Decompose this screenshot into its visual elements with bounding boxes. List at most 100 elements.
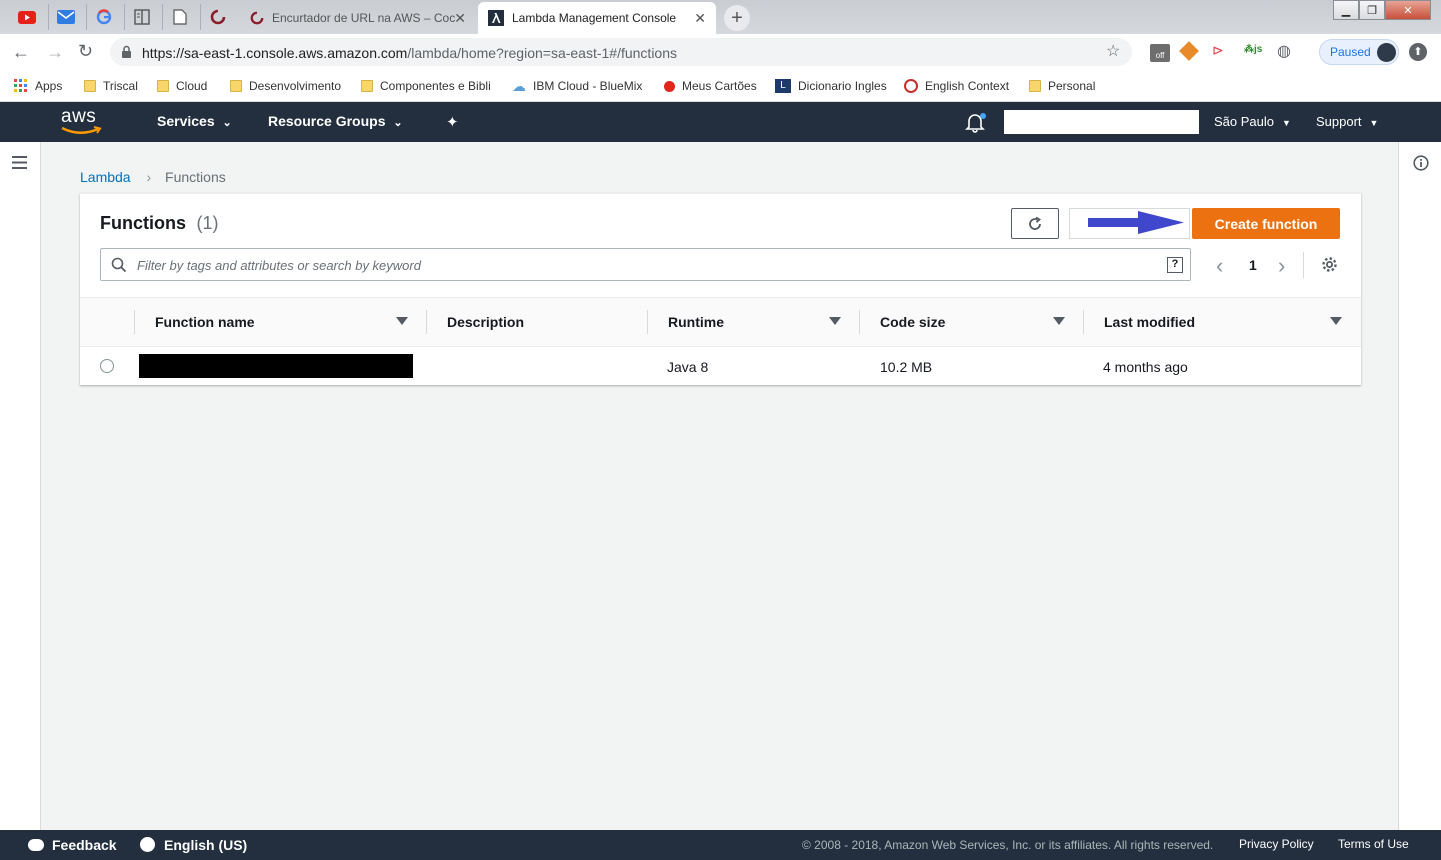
minimize-button[interactable]: ▁ [1333,0,1359,20]
document-tab-icon[interactable] [162,4,196,30]
bookmark-desenvolvimento[interactable]: Desenvolvimento [230,77,341,95]
metamask-extension-icon[interactable] [1179,41,1199,61]
forward-icon[interactable]: → [46,42,64,63]
help-icon[interactable]: ? [1167,257,1183,273]
bookmark-componentes[interactable]: Componentes e Bibli [361,77,496,95]
google-tab-icon[interactable] [86,4,120,30]
settings-gear-icon[interactable] [1321,256,1338,273]
update-icon[interactable]: ⬆ [1409,43,1427,61]
mail-tab-icon[interactable] [48,4,82,30]
card-icon [664,80,675,92]
bookmark-dicionario[interactable]: L Dicionario Ingles [775,77,887,95]
page-number[interactable]: 1 [1249,257,1257,273]
loading-tab-icon [250,11,264,25]
youtube-tab-icon[interactable] [10,4,44,30]
extension-off-icon[interactable]: off [1150,44,1170,62]
sort-caret-icon[interactable] [1053,317,1065,325]
tab-title: Encurtador de URL na AWS – Coc [272,11,456,25]
aws-logo[interactable]: aws [60,106,106,136]
column-header-function-name[interactable]: Function name [155,314,255,330]
create-function-button[interactable]: Create function [1192,208,1340,239]
breadcrumb-lambda-link[interactable]: Lambda [80,169,131,185]
bookmark-label: Desenvolvimento [249,79,342,93]
lambda-icon [488,10,504,26]
pin-icon[interactable]: ✦ [446,113,459,131]
language-label: English (US) [164,837,248,853]
globe-icon [140,837,155,852]
terms-of-use-link[interactable]: Terms of Use [1338,837,1409,851]
new-tab-button[interactable]: + [724,5,750,31]
browser-tab-strip: Encurtador de URL na AWS – Coc ✕ Lambda … [0,0,1441,34]
column-header-description[interactable]: Description [447,314,524,330]
cell-code-size: 10.2 MB [880,359,933,375]
hamburger-menu-icon[interactable] [12,156,27,169]
url-text: https://sa-east-1.console.aws.amazon.com… [142,45,677,61]
cell-last-modified: 4 months ago [1103,359,1188,375]
privacy-policy-link[interactable]: Privacy Policy [1239,837,1314,851]
next-page-icon[interactable]: › [1278,253,1285,279]
cast-extension-icon[interactable]: ⊳ [1212,42,1224,59]
previous-page-icon[interactable]: ‹ [1216,253,1223,279]
function-name-redacted[interactable] [139,354,413,378]
reader-tab-icon[interactable] [124,4,158,30]
sort-caret-icon[interactable] [829,317,841,325]
account-menu-redacted[interactable] [1004,110,1199,134]
tab-lambda-console[interactable]: Lambda Management Console ✕ [478,2,716,34]
bookmarks-bar: Apps Triscal Cloud Desenvolvimento Compo… [0,70,1441,102]
resource-groups-menu[interactable]: Resource Groups ⌄ [268,113,403,129]
aws-top-nav: aws Services ⌄ Resource Groups ⌄ ✦ São P… [0,102,1441,142]
bookmark-triscal[interactable]: Triscal [84,77,138,95]
close-tab-icon[interactable]: ✕ [454,10,466,27]
column-divider [859,310,860,334]
reload-icon[interactable]: ↻ [78,41,93,62]
profile-status: Paused [1330,45,1371,59]
profile-paused-button[interactable]: Paused [1319,39,1399,65]
bookmark-personal[interactable]: Personal [1029,77,1095,95]
bookmark-cloud[interactable]: Cloud [157,77,207,95]
language-selector[interactable]: English (US) [140,837,247,853]
region-selector[interactable]: São Paulo ▼ [1214,114,1291,129]
support-menu[interactable]: Support ▼ [1316,114,1378,129]
caret-down-icon: ▼ [1282,118,1291,128]
maximize-button[interactable]: ❐ [1359,0,1385,20]
bookmark-label: Meus Cartões [682,79,757,93]
folder-icon [84,80,96,92]
search-field[interactable]: Filter by tags and attributes or search … [100,248,1191,281]
close-window-button[interactable]: ✕ [1385,0,1431,20]
search-placeholder: Filter by tags and attributes or search … [137,258,421,273]
folder-icon [157,80,169,92]
column-divider [1083,310,1084,334]
cloud-icon: ☁ [512,77,526,94]
column-header-runtime[interactable]: Runtime [668,314,724,330]
bookmark-star-icon[interactable]: ☆ [1106,41,1120,61]
back-icon[interactable]: ← [12,42,30,63]
notification-bell-icon[interactable] [964,111,986,138]
bookmark-label: IBM Cloud - BlueMix [533,79,643,93]
bookmark-apps[interactable]: Apps [14,77,62,95]
feedback-label: Feedback [52,837,117,853]
bookmark-english-context[interactable]: English Context [904,77,1009,95]
sort-caret-icon[interactable] [1330,317,1342,325]
js-extension-icon[interactable]: ⁂js [1244,44,1262,55]
refresh-icon [1029,216,1042,230]
bookmark-ibm-cloud[interactable]: ☁ IBM Cloud - BlueMix [512,77,642,95]
folder-icon [230,80,242,92]
sort-caret-icon[interactable] [396,317,408,325]
globe-extension-icon[interactable]: ◍ [1277,41,1291,61]
feedback-link[interactable]: Feedback [28,837,117,853]
folder-icon [361,80,373,92]
copyright-text: © 2008 - 2018, Amazon Web Services, Inc.… [802,838,1214,852]
info-icon[interactable] [1413,155,1429,171]
row-radio[interactable] [100,359,114,373]
column-divider [647,310,648,334]
column-header-code-size[interactable]: Code size [880,314,945,330]
services-menu[interactable]: Services ⌄ [157,113,232,129]
bookmark-meus-cartoes[interactable]: Meus Cartões [664,77,757,95]
refresh-button[interactable] [1011,208,1059,239]
address-bar[interactable]: https://sa-east-1.console.aws.amazon.com… [110,38,1132,66]
loading-tab-icon[interactable] [200,4,234,30]
tab-url-shortener[interactable]: Encurtador de URL na AWS – Coc ✕ [240,2,476,34]
chevron-right-icon: › [146,169,152,185]
column-header-last-modified[interactable]: Last modified [1104,314,1195,330]
close-tab-icon[interactable]: ✕ [694,10,706,27]
